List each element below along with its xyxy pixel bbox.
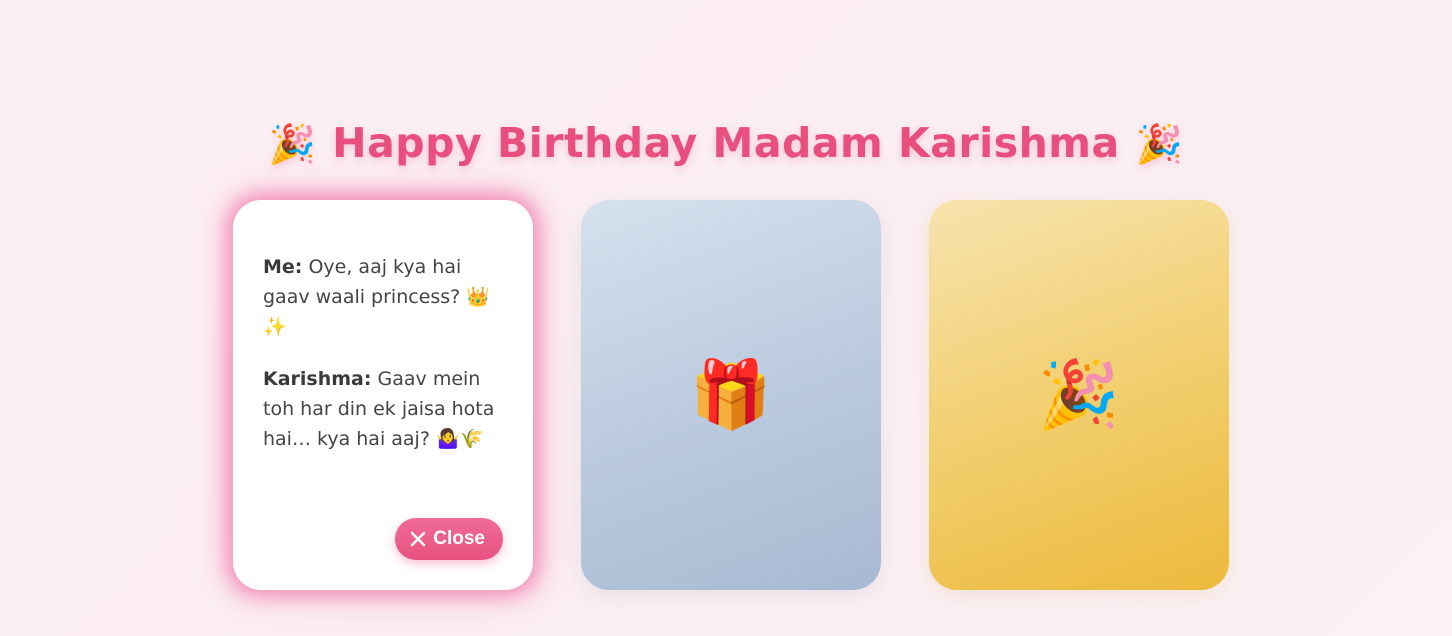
party-card[interactable]: 🎉	[929, 200, 1229, 590]
party-popper-icon: 🎉	[268, 122, 317, 167]
party-popper-icon: 🎉	[1037, 356, 1121, 433]
page-title: 🎉 Happy Birthday Madam Karishma 🎉	[0, 119, 1452, 167]
chat-message: Karishma: Gaav mein toh har din ek jaisa…	[263, 364, 509, 454]
page-title-text: Happy Birthday Madam Karishma	[332, 119, 1120, 168]
party-popper-icon: 🎉	[1135, 122, 1184, 167]
message-speaker: Karishma:	[263, 368, 372, 390]
message-speaker: Me:	[263, 256, 303, 278]
chat-messages: Me: Oye, aaj kya hai gaav waali princess…	[263, 252, 509, 476]
close-button[interactable]: Close	[395, 518, 503, 560]
gift-icon: 🎁	[689, 356, 773, 433]
message-card-open: Me: Oye, aaj kya hai gaav waali princess…	[233, 200, 533, 590]
close-icon	[409, 530, 427, 548]
close-button-label: Close	[433, 528, 485, 549]
chat-message: Me: Oye, aaj kya hai gaav waali princess…	[263, 252, 509, 342]
gift-card[interactable]: 🎁	[581, 200, 881, 590]
